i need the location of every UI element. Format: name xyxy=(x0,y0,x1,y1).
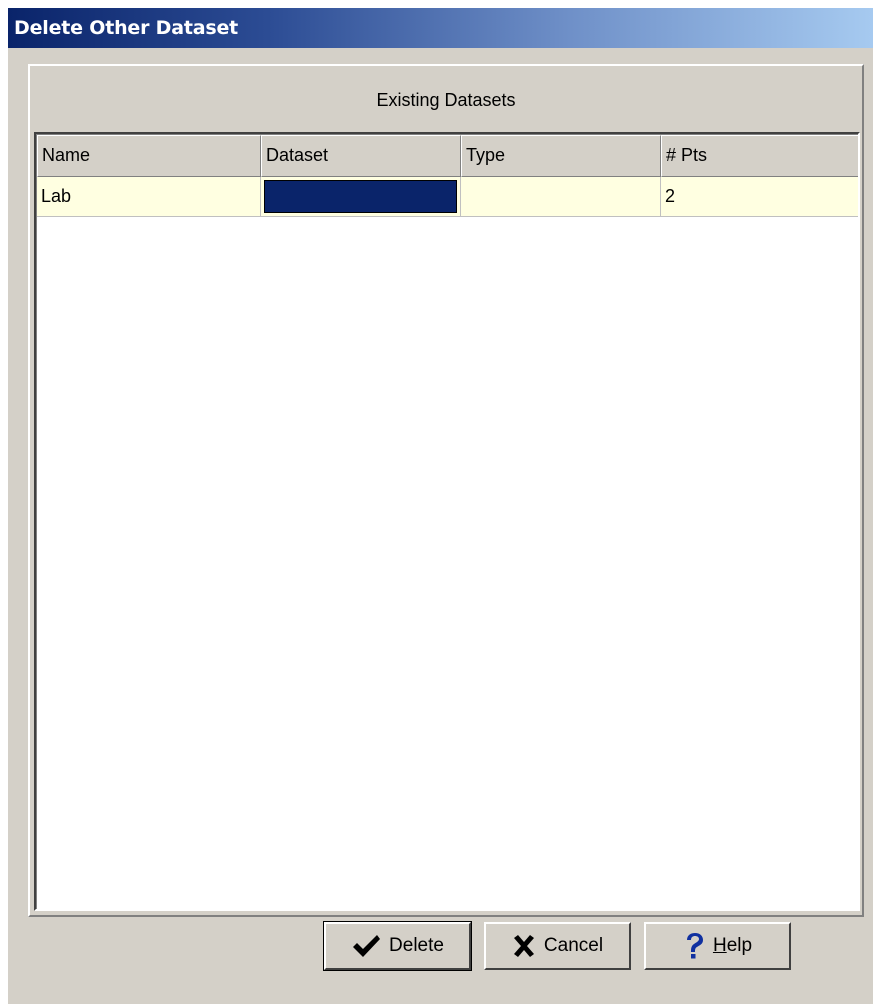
existing-datasets-group: Existing Datasets Name Dataset Type # Pt… xyxy=(28,64,864,917)
delete-button[interactable]: Delete xyxy=(323,921,472,971)
help-mnemonic: H xyxy=(712,935,727,956)
column-header-pts[interactable]: # Pts xyxy=(661,135,858,177)
question-mark-icon xyxy=(683,931,705,961)
column-header-name[interactable]: Name xyxy=(37,135,261,177)
help-button-label: Help xyxy=(713,935,752,957)
datasets-grid[interactable]: Name Dataset Type # Pts Lab 2 xyxy=(34,132,860,911)
checkmark-icon xyxy=(351,933,381,959)
window-title: Delete Other Dataset xyxy=(14,17,239,39)
grid-header-row: Name Dataset Type # Pts xyxy=(37,135,858,177)
grid-body: Name Dataset Type # Pts Lab 2 xyxy=(36,134,858,909)
cancel-button[interactable]: Cancel xyxy=(484,922,631,970)
table-row[interactable]: Lab 2 xyxy=(37,177,858,217)
help-label-rest: elp xyxy=(726,935,753,956)
dataset-color-swatch xyxy=(264,180,457,213)
help-button[interactable]: Help xyxy=(644,922,791,970)
column-header-dataset[interactable]: Dataset xyxy=(261,135,461,177)
column-header-type[interactable]: Type xyxy=(461,135,661,177)
x-cross-icon xyxy=(512,934,536,958)
group-caption: Existing Datasets xyxy=(376,90,516,110)
delete-other-dataset-dialog: Delete Other Dataset Existing Datasets N… xyxy=(8,8,873,1004)
cell-type[interactable] xyxy=(461,177,661,217)
cell-dataset[interactable] xyxy=(261,177,461,217)
cancel-button-label: Cancel xyxy=(543,935,604,956)
title-bar[interactable]: Delete Other Dataset xyxy=(8,8,873,48)
cell-pts[interactable]: 2 xyxy=(661,177,858,217)
cell-name[interactable]: Lab xyxy=(37,177,261,217)
delete-button-label: Delete xyxy=(389,935,444,956)
